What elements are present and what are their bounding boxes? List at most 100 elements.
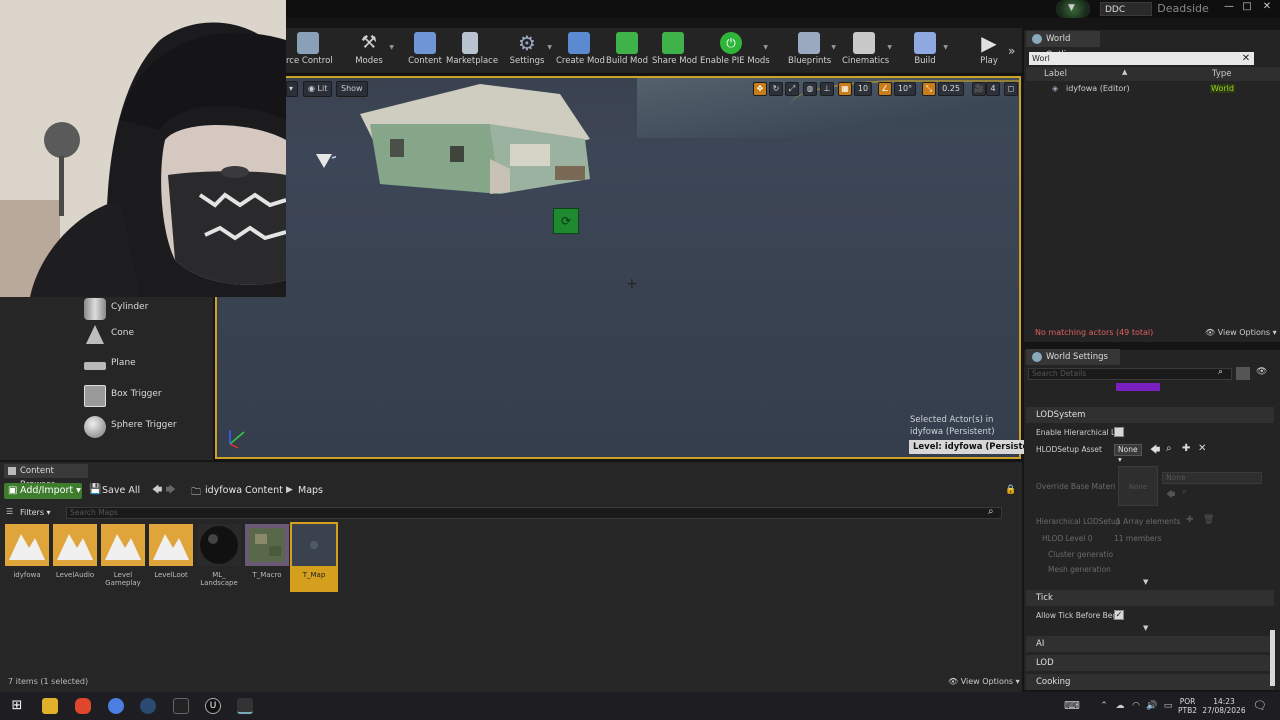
system-clock[interactable]: 14:23 27/08/2026 <box>1200 697 1248 715</box>
breadcrumb-maps[interactable]: Maps <box>298 483 323 499</box>
override-material-combo[interactable]: None <box>1162 472 1262 484</box>
filters-button[interactable]: Filters ▾ <box>6 507 64 519</box>
delete-icon[interactable]: 🗑 <box>1203 515 1214 525</box>
toolbar-enable-pie-mods[interactable]: ⏻ Enable PIE Mods ▼ <box>700 32 770 72</box>
tab-content-browser[interactable]: Content Browser <box>4 464 88 490</box>
details-scrollbar[interactable] <box>1270 630 1275 686</box>
start-icon[interactable]: ⊞ <box>9 698 25 714</box>
toolbar-cinematics[interactable]: Cinematics ▼ <box>842 32 892 72</box>
allow-tick-checkbox[interactable]: ✓ <box>1114 610 1124 620</box>
asset-tile[interactable]: idyfowa <box>4 522 50 592</box>
section-tick[interactable]: Tick <box>1026 590 1274 606</box>
maximize-button[interactable]: □ <box>1238 0 1256 14</box>
brave-icon[interactable] <box>75 698 91 714</box>
battery-icon[interactable]: ▭ <box>1160 698 1176 714</box>
wifi-icon[interactable]: ◠ <box>1128 698 1144 714</box>
toolbar-marketplace[interactable]: Marketplace <box>446 32 498 72</box>
camera-speed-value[interactable]: 4 <box>986 82 1000 96</box>
scale-icon[interactable]: ⤢ <box>785 82 799 96</box>
eye-icon[interactable]: 👁 <box>1256 367 1272 380</box>
rotate-icon[interactable]: ↻ <box>769 82 783 96</box>
add-icon[interactable]: ✚ <box>1182 443 1190 454</box>
camera-speed-icon[interactable]: 🎥 <box>972 82 986 96</box>
light-actor-icon[interactable] <box>314 152 336 170</box>
input-language[interactable]: POR PTB2 <box>1178 697 1197 715</box>
outliner-view-options[interactable]: 👁 View Options ▾ <box>1205 328 1277 337</box>
asset-tile-selected[interactable]: T_Map <box>290 522 338 592</box>
content-view-options[interactable]: 👁 View Options ▾ <box>948 677 1020 686</box>
material-thumbnail[interactable]: None <box>1118 466 1158 506</box>
place-item-box-trigger[interactable]: Box Trigger <box>84 385 210 411</box>
lit-button[interactable]: ◉ Lit <box>303 81 333 97</box>
hlod-setup-combo[interactable]: None ▾ <box>1114 444 1142 464</box>
section-lodsystem[interactable]: LODSystem <box>1026 407 1274 423</box>
section-lod[interactable]: LOD <box>1026 655 1274 671</box>
level-viewport[interactable] <box>215 76 1021 459</box>
grid-snap-icon[interactable]: ▦ <box>838 82 852 96</box>
house-mesh[interactable] <box>360 84 596 204</box>
toolbar-settings[interactable]: ⚙ Settings ▼ <box>508 32 552 72</box>
grid-view-icon[interactable] <box>1236 367 1250 380</box>
terminal-icon[interactable] <box>173 698 189 714</box>
editor-active-icon[interactable] <box>237 698 253 714</box>
clear-icon[interactable]: ✕ <box>1198 443 1206 454</box>
maximize-viewport-icon[interactable]: ◻ <box>1004 82 1018 96</box>
rotation-snap-icon[interactable]: ∠ <box>878 82 892 96</box>
close-button[interactable]: ✕ <box>1258 0 1276 14</box>
scale-snap-icon[interactable]: ⤡ <box>922 82 936 96</box>
chevron-up-icon[interactable]: ⌃ <box>1096 698 1112 714</box>
content-search-input[interactable]: Search Maps <box>66 507 1002 519</box>
asset-tile[interactable]: Level Gameplay <box>100 522 146 592</box>
arrow-left-icon[interactable]: 🡄 <box>1150 443 1160 460</box>
arrow-down-icon[interactable]: ▼ <box>1068 3 1080 15</box>
grid-snap-value[interactable]: 10 <box>854 82 872 96</box>
browse-icon[interactable]: ⌕ <box>1166 443 1172 454</box>
player-start-icon[interactable]: ⟳ <box>553 208 579 234</box>
history-nav[interactable]: 🡄 🡆 <box>152 483 192 499</box>
place-item-plane[interactable]: Plane <box>84 354 210 380</box>
arrow-left-icon[interactable]: 🡄 <box>1166 487 1175 503</box>
toolbar-source-control[interactable]: rce Control <box>286 32 333 72</box>
rotation-snap-value[interactable]: 10° <box>894 82 916 96</box>
surface-snap-icon[interactable]: ⊥ <box>820 82 834 96</box>
file-explorer-icon[interactable] <box>42 698 58 714</box>
section-cooking[interactable]: Cooking <box>1026 674 1274 690</box>
toolbar-build-mod[interactable]: Build Mod <box>606 32 648 72</box>
translate-icon[interactable]: ✥ <box>753 82 767 96</box>
toolbar-modes[interactable]: ⚒ Modes ▼ <box>350 32 394 72</box>
browser-icon[interactable] <box>108 698 124 714</box>
viewport-options-button[interactable]: ▾ <box>286 81 298 97</box>
forward-icon[interactable]: 🡆 <box>166 485 176 496</box>
network-icon[interactable]: ☁ <box>1112 698 1128 714</box>
steam-icon[interactable] <box>140 698 156 714</box>
outliner-search-input[interactable]: Worl <box>1029 52 1254 65</box>
volume-icon[interactable]: 🔊 <box>1144 698 1160 714</box>
ddc-button[interactable]: DDC <box>1100 2 1152 16</box>
lock-icon[interactable]: 🔒 <box>1005 485 1016 495</box>
enable-hlod-checkbox[interactable] <box>1114 427 1124 437</box>
scale-snap-value[interactable]: 0.25 <box>938 82 964 96</box>
place-item-cylinder[interactable]: Cylinder <box>84 298 210 324</box>
section-ai[interactable]: AI <box>1026 636 1274 652</box>
toolbar-share-mod[interactable]: Share Mod <box>652 32 697 72</box>
toolbar-overflow-icon[interactable]: » <box>1008 44 1015 58</box>
expand-icon[interactable]: ▼ <box>1143 624 1148 632</box>
clear-search-icon[interactable]: ✕ <box>1240 52 1252 65</box>
notifications-icon[interactable]: 🗨 <box>1252 698 1268 714</box>
tab-world-outliner[interactable]: World Outliner <box>1026 31 1100 60</box>
toolbar-content[interactable]: Content <box>406 32 444 72</box>
place-item-sphere-trigger[interactable]: Sphere Trigger <box>84 416 210 442</box>
world-icon[interactable]: ◍ <box>803 82 817 96</box>
outliner-row[interactable]: ◈ idyfowa (Editor) World <box>1026 83 1280 95</box>
toolbar-create-mod[interactable]: Create Mod <box>556 32 605 72</box>
tab-world-settings[interactable]: World Settings <box>1026 349 1120 365</box>
toolbar-blueprints[interactable]: Blueprints ▼ <box>788 32 836 72</box>
add-element-icon[interactable]: ✚ <box>1186 515 1194 525</box>
asset-tile[interactable]: LevelLoot <box>148 522 194 592</box>
asset-tile[interactable]: ML_ Landscape <box>196 522 242 592</box>
column-label[interactable]: Label <box>1044 69 1067 79</box>
expand-icon[interactable]: ▼ <box>1143 578 1148 586</box>
browse-icon[interactable]: ⌕ <box>1182 487 1187 497</box>
toolbar-play[interactable]: ▶ Play <box>972 32 1006 72</box>
details-search-input[interactable]: Search Details <box>1028 368 1232 380</box>
